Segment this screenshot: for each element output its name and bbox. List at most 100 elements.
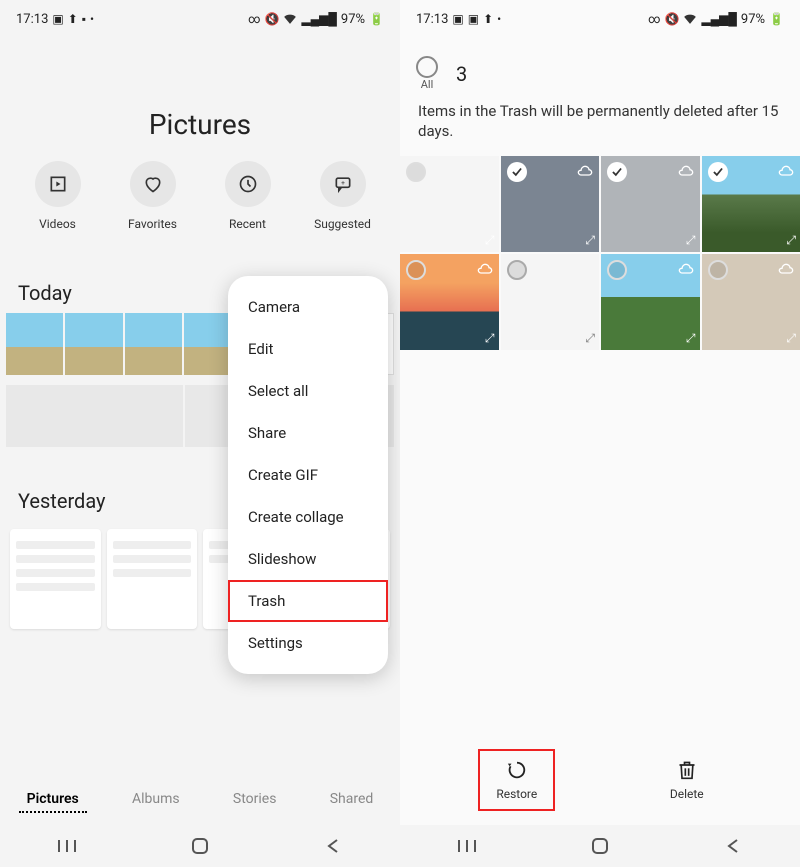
select-all-checkbox[interactable]: [416, 56, 438, 78]
trash-icon: [677, 759, 697, 781]
cloud-icon: [477, 260, 493, 279]
trash-item[interactable]: ⤢: [400, 156, 499, 252]
wifi-icon: [683, 12, 697, 27]
action-bar: Restore Delete: [400, 735, 800, 825]
expand-icon: ⤢: [585, 233, 595, 248]
trash-item[interactable]: ⤢: [601, 156, 700, 252]
battery-icon: 🔋: [369, 12, 384, 26]
shortcut-label: Recent: [229, 217, 266, 231]
bottom-tabs: Pictures Albums Stories Shared: [0, 775, 400, 825]
wifi-icon: [283, 12, 297, 27]
shortcut-label: Videos: [39, 217, 76, 231]
status-bar: 17:13 ▣ ⬆ ▪ • ∞ 🔇 ▂▄▆█ 97% 🔋: [0, 0, 400, 38]
menu-edit[interactable]: Edit: [228, 328, 388, 370]
nav-recents[interactable]: [37, 838, 97, 854]
item-checkbox[interactable]: [406, 162, 426, 182]
cloud-icon: [577, 162, 593, 181]
expand-icon: ⤢: [585, 331, 595, 346]
tab-pictures[interactable]: Pictures: [19, 787, 87, 813]
nav-recents[interactable]: [437, 838, 497, 854]
nav-home[interactable]: [170, 837, 230, 855]
shortcut-recent[interactable]: Recent: [208, 161, 288, 231]
vpn-icon: ∞: [648, 12, 660, 26]
trash-item[interactable]: ⤢: [501, 156, 600, 252]
trash-item[interactable]: ⤢: [601, 254, 700, 350]
cloud-icon: [678, 260, 694, 279]
trash-item[interactable]: ⤢: [501, 254, 600, 350]
cloud-icon: [778, 260, 794, 279]
signal-icon: ▂▄▆█: [701, 12, 736, 26]
thumb[interactable]: [125, 313, 182, 375]
trash-notice: Items in the Trash will be permanently d…: [400, 97, 800, 156]
item-checkbox[interactable]: [607, 260, 627, 280]
thumb[interactable]: [6, 313, 63, 375]
nav-back[interactable]: [303, 838, 363, 854]
android-navbar: [0, 825, 400, 867]
dot-icon: •: [90, 12, 94, 26]
item-checkbox-checked[interactable]: [607, 162, 627, 182]
expand-icon: ⤢: [686, 331, 696, 346]
battery-pct: 97%: [341, 12, 365, 27]
battery-icon: 🔋: [769, 12, 784, 26]
item-checkbox-checked[interactable]: [708, 162, 728, 182]
expand-icon: ⤢: [786, 233, 796, 248]
nav-home[interactable]: [570, 837, 630, 855]
shortcut-favorites[interactable]: Favorites: [113, 161, 193, 231]
trash-item[interactable]: ⤢: [702, 156, 800, 252]
select-all-label: All: [421, 78, 434, 91]
menu-slideshow[interactable]: Slideshow: [228, 538, 388, 580]
shortcut-videos[interactable]: Videos: [18, 161, 98, 231]
restore-label: Restore: [496, 787, 537, 801]
thumb-card[interactable]: [107, 529, 198, 629]
status-bar: 17:13 ▣ ▣ ⬆ • ∞ 🔇 ▂▄▆█ 97% 🔋: [400, 0, 800, 38]
dot-icon: •: [497, 12, 501, 26]
menu-create-gif[interactable]: Create GIF: [228, 454, 388, 496]
upload-icon: ⬆: [68, 12, 78, 26]
delete-label: Delete: [670, 787, 704, 801]
menu-settings[interactable]: Settings: [228, 622, 388, 664]
trash-grid: ⤢ ⤢ ⤢ ⤢ ⤢ ⤢ ⤢: [400, 156, 800, 350]
thumb-card[interactable]: [10, 529, 101, 629]
selected-count: 3: [456, 62, 467, 86]
battery-pct: 97%: [741, 12, 765, 27]
menu-camera[interactable]: Camera: [228, 286, 388, 328]
thumb[interactable]: [6, 385, 183, 447]
item-checkbox[interactable]: [507, 260, 527, 280]
shortcuts-row: Videos Favorites Recent + Suggested: [0, 161, 400, 271]
item-checkbox[interactable]: [708, 260, 728, 280]
thumb[interactable]: [65, 313, 122, 375]
overflow-menu: Camera Edit Select all Share Create GIF …: [228, 276, 388, 674]
cloud-icon: [678, 162, 694, 181]
tab-albums[interactable]: Albums: [124, 787, 188, 813]
mute-icon: 🔇: [264, 12, 279, 26]
shortcut-suggested[interactable]: + Suggested: [303, 161, 383, 231]
page-title: Pictures: [0, 108, 400, 141]
delete-button[interactable]: Delete: [654, 751, 720, 809]
cloud-icon: [778, 162, 794, 181]
upload-icon: ⬆: [483, 12, 493, 26]
status-time: 17:13: [416, 12, 448, 27]
tab-stories[interactable]: Stories: [225, 787, 285, 813]
shortcut-label: Suggested: [314, 217, 371, 231]
item-checkbox[interactable]: [406, 260, 426, 280]
right-screen: 17:13 ▣ ▣ ⬆ • ∞ 🔇 ▂▄▆█ 97% 🔋 All 3 Items…: [400, 0, 800, 867]
menu-share[interactable]: Share: [228, 412, 388, 454]
image-icon: ▣: [452, 12, 463, 26]
restore-button[interactable]: Restore: [480, 751, 553, 809]
menu-select-all[interactable]: Select all: [228, 370, 388, 412]
trash-item[interactable]: ⤢: [400, 254, 499, 350]
left-screen: 17:13 ▣ ⬆ ▪ • ∞ 🔇 ▂▄▆█ 97% 🔋 Pictures Vi…: [0, 0, 400, 867]
nav-back[interactable]: [703, 838, 763, 854]
item-checkbox-checked[interactable]: [507, 162, 527, 182]
trash-item[interactable]: ⤢: [702, 254, 800, 350]
restore-icon: [506, 759, 528, 781]
android-navbar: [400, 825, 800, 867]
menu-trash[interactable]: Trash: [228, 580, 388, 622]
mute-icon: 🔇: [664, 12, 679, 26]
menu-create-collage[interactable]: Create collage: [228, 496, 388, 538]
bag-icon: ▣: [52, 12, 63, 26]
vpn-icon: ∞: [248, 12, 260, 26]
tab-shared[interactable]: Shared: [322, 787, 382, 813]
expand-icon: ⤢: [485, 233, 495, 248]
image-icon: ▪: [82, 12, 86, 26]
